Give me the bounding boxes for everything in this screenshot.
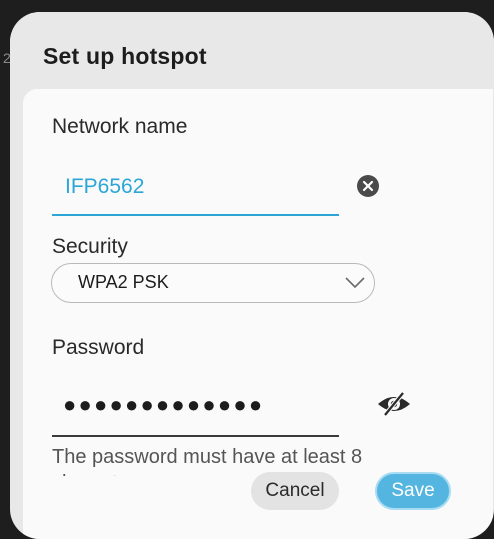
network-name-underline: [52, 214, 339, 216]
security-selected-value: WPA2 PSK: [78, 272, 169, 292]
dialog-title: Set up hotspot: [43, 43, 207, 69]
eye-off-icon[interactable]: [375, 389, 413, 419]
dialog-body: Network name IFP6562 Security WPA2 PSK P…: [23, 89, 493, 529]
save-button[interactable]: Save: [375, 472, 451, 510]
network-name-field[interactable]: IFP6562: [65, 175, 144, 199]
clear-network-name-button[interactable]: [357, 175, 379, 197]
cancel-button[interactable]: Cancel: [251, 472, 339, 510]
hotspot-dialog: Set up hotspot Network name IFP6562 Secu…: [10, 12, 494, 539]
security-label: Security: [52, 235, 128, 258]
password-field[interactable]: ●●●●●●●●●●●●●: [63, 392, 264, 418]
chevron-down-icon: [345, 277, 365, 289]
close-circle-icon: [362, 180, 374, 192]
network-name-label: Network name: [52, 115, 188, 138]
dialog-header: Set up hotspot: [10, 12, 494, 94]
password-underline: [52, 435, 339, 437]
security-select[interactable]: WPA2 PSK: [51, 263, 375, 303]
password-label: Password: [52, 336, 145, 359]
